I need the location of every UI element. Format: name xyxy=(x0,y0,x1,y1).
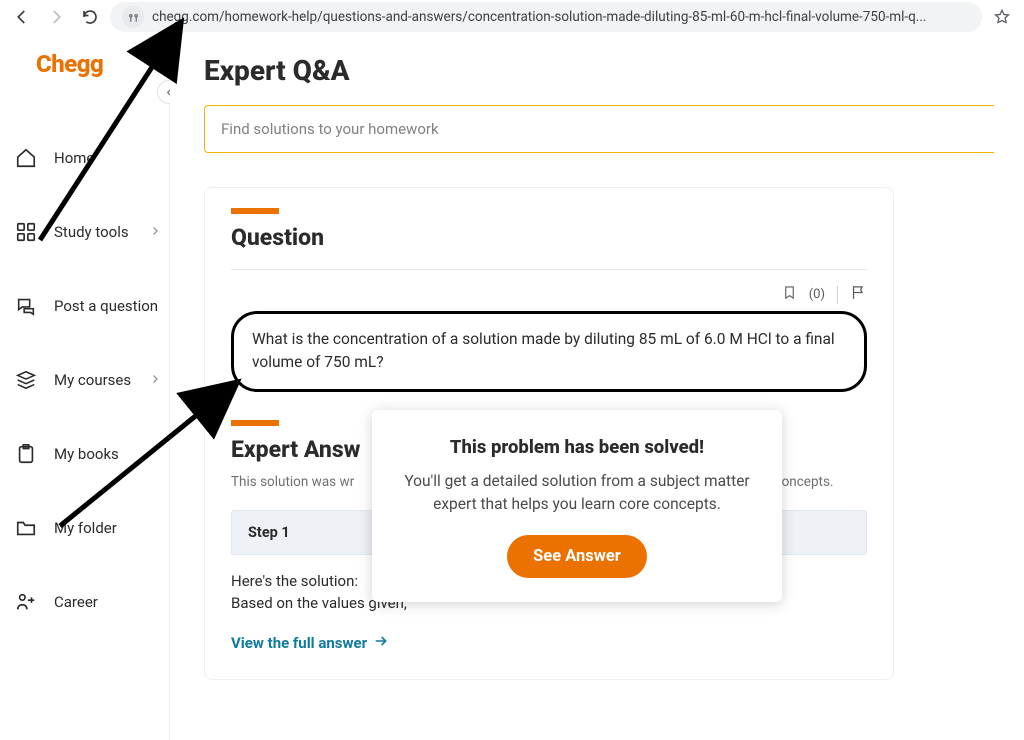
chat-icon xyxy=(14,294,38,318)
bookmark-star-icon[interactable] xyxy=(988,3,1016,31)
sidebar-item-my-books[interactable]: My books xyxy=(0,428,169,480)
layers-icon xyxy=(14,368,38,392)
clipboard-icon xyxy=(14,442,38,466)
sidebar-item-my-folder[interactable]: My folder xyxy=(0,502,169,554)
sidebar: Chegg Home Study tools Post a question M… xyxy=(0,34,170,740)
folder-icon xyxy=(14,516,38,540)
sidebar-item-label: Home xyxy=(54,149,94,167)
sidebar-item-post-question[interactable]: Post a question xyxy=(0,280,169,332)
search-placeholder: Find solutions to your homework xyxy=(221,120,439,138)
page-title: Expert Q&A xyxy=(170,34,1024,105)
sidebar-item-label: Career xyxy=(54,593,98,611)
sidebar-item-my-courses[interactable]: My courses xyxy=(0,354,169,406)
address-bar[interactable]: chegg.com/homework-help/questions-and-an… xyxy=(110,2,982,32)
chevron-right-icon xyxy=(149,223,161,241)
forward-button[interactable] xyxy=(42,3,70,31)
sidebar-item-study-tools[interactable]: Study tools xyxy=(0,206,169,258)
solved-popup: This problem has been solved! You'll get… xyxy=(372,410,782,602)
separator xyxy=(837,286,838,304)
site-info-icon[interactable] xyxy=(122,6,144,28)
main-content: Expert Q&A Find solutions to your homewo… xyxy=(170,34,1024,740)
question-text: What is the concentration of a solution … xyxy=(252,330,835,371)
sidebar-item-label: My books xyxy=(54,445,119,463)
back-button[interactable] xyxy=(8,3,36,31)
bookmark-count: (0) xyxy=(809,287,825,302)
sidebar-item-career[interactable]: Career xyxy=(0,576,169,628)
sidebar-item-home[interactable]: Home xyxy=(0,132,169,184)
divider xyxy=(231,269,867,270)
popup-body: You'll get a detailed solution from a su… xyxy=(400,470,754,517)
question-meta: (0) xyxy=(231,284,867,305)
arrow-right-icon xyxy=(373,633,389,653)
browser-toolbar: chegg.com/homework-help/questions-and-an… xyxy=(0,0,1024,34)
question-text-box: What is the concentration of a solution … xyxy=(231,311,867,392)
question-heading: Question xyxy=(231,224,867,251)
sidebar-item-label: My courses xyxy=(54,371,131,389)
bookmark-icon[interactable] xyxy=(782,285,797,304)
search-input[interactable]: Find solutions to your homework xyxy=(204,105,994,153)
popup-title: This problem has been solved! xyxy=(400,436,754,458)
accent-bar xyxy=(231,420,279,426)
brand-logo[interactable]: Chegg xyxy=(0,44,169,86)
sidebar-item-label: Post a question xyxy=(54,297,158,315)
reload-button[interactable] xyxy=(76,3,104,31)
chevron-right-icon xyxy=(149,371,161,389)
accent-bar xyxy=(231,208,279,214)
flag-icon[interactable] xyxy=(850,284,867,305)
view-full-answer-link[interactable]: View the full answer xyxy=(231,633,389,653)
home-icon xyxy=(14,146,38,170)
career-icon xyxy=(14,590,38,614)
grid-icon xyxy=(14,220,38,244)
url-text: chegg.com/homework-help/questions-and-an… xyxy=(152,9,926,25)
sidebar-item-label: Study tools xyxy=(54,223,129,241)
sidebar-item-label: My folder xyxy=(54,519,117,537)
see-answer-button[interactable]: See Answer xyxy=(507,535,647,578)
